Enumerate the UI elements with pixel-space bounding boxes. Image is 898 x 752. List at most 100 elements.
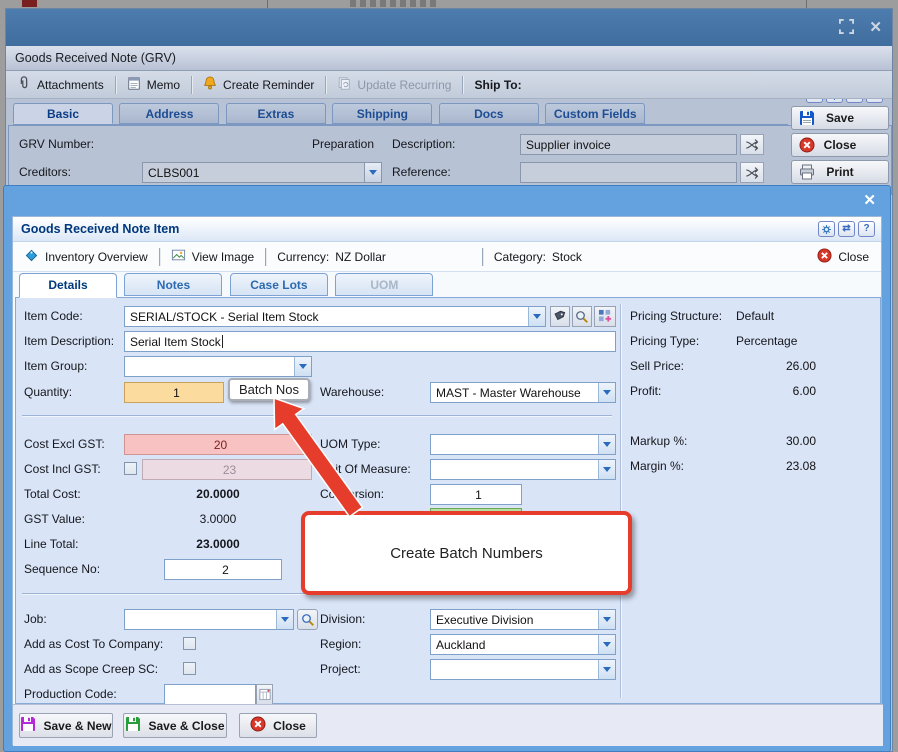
close-icon[interactable]: ✕ <box>869 18 882 36</box>
save-button[interactable]: Save <box>791 106 889 130</box>
tag-icon[interactable] <box>550 306 570 327</box>
add-scope-creep-checkbox[interactable] <box>183 662 196 675</box>
modal-close-button[interactable]: Close <box>806 248 881 266</box>
tab-address[interactable]: Address <box>119 103 219 124</box>
tab-notes[interactable]: Notes <box>124 273 222 296</box>
production-code-picker-icon[interactable] <box>256 684 273 705</box>
profit-label: Profit: <box>630 384 661 398</box>
cost-incl-gst-label: Cost Incl GST: <box>24 462 101 476</box>
cost-excl-gst-label: Cost Excl GST: <box>24 437 105 451</box>
tab-details[interactable]: Details <box>19 273 117 298</box>
view-image-button[interactable]: View Image <box>160 248 265 265</box>
chevron-down-icon <box>528 307 545 326</box>
grv-header: Goods Received Note (GRV) − ⇄ ? <box>6 46 892 71</box>
tab-basic[interactable]: Basic <box>13 103 113 124</box>
markup-value: 30.00 <box>716 434 816 448</box>
save-floppy-icon <box>799 110 815 126</box>
chevron-down-icon <box>364 163 381 182</box>
gst-value-label: GST Value: <box>24 512 85 526</box>
reference-input[interactable] <box>520 162 737 183</box>
tab-case-lots[interactable]: Case Lots <box>230 273 328 296</box>
division-select[interactable]: Executive Division <box>430 609 616 630</box>
total-cost-value: 20.0000 <box>124 487 312 501</box>
job-select[interactable] <box>124 609 294 630</box>
item-description-label: Item Description: <box>24 334 114 348</box>
item-description-input[interactable]: Serial Item Stock <box>124 331 616 352</box>
close-icon[interactable]: ✕ <box>863 191 876 209</box>
save-and-new-button[interactable]: Save & New <box>19 713 113 738</box>
add-cost-to-company-checkbox[interactable] <box>183 637 196 650</box>
print-button[interactable]: Print <box>791 160 889 184</box>
uom-type-select[interactable] <box>430 434 616 455</box>
chevron-down-icon <box>294 357 311 376</box>
save-and-close-button[interactable]: Save & Close <box>123 713 227 738</box>
close-red-icon <box>817 248 832 266</box>
attachments-button[interactable]: Attachments <box>6 75 115 94</box>
refresh-icon[interactable]: ⇄ <box>838 221 855 237</box>
gst-value: 3.0000 <box>124 512 312 526</box>
screen: ✕ Goods Received Note (GRV) − ⇄ ? Attach… <box>0 0 898 752</box>
creditors-label: Creditors: <box>19 165 71 179</box>
pricing-structure-value: Default <box>736 309 774 323</box>
chevron-down-icon <box>598 383 615 402</box>
unit-of-measure-select[interactable] <box>430 459 616 480</box>
item-code-select[interactable]: SERIAL/STOCK - Serial Item Stock <box>124 306 546 327</box>
region-select[interactable]: Auckland <box>430 634 616 655</box>
cost-incl-gst-input[interactable]: 23 <box>142 459 312 480</box>
gear-icon[interactable] <box>818 221 835 237</box>
grv-item-modal: ✕ Goods Received Note Item ⇄ ? Inventory… <box>3 185 891 752</box>
chevron-down-icon <box>598 610 615 629</box>
add-cost-to-company-label: Add as Cost To Company: <box>24 637 163 651</box>
sell-price-label: Sell Price: <box>630 359 684 373</box>
help-icon[interactable]: ? <box>858 221 875 237</box>
tab-docs[interactable]: Docs <box>439 103 539 124</box>
cost-incl-gst-checkbox[interactable] <box>124 462 137 475</box>
update-recurring-button[interactable]: Update Recurring <box>326 76 462 94</box>
background-window-fragment <box>22 0 37 7</box>
conversion-input[interactable]: 1 <box>430 484 522 505</box>
creditors-select[interactable]: CLBS001 <box>142 162 382 183</box>
background-divider <box>267 0 268 8</box>
tab-shipping[interactable]: Shipping <box>332 103 432 124</box>
save-floppy-green-icon <box>125 716 141 735</box>
project-select[interactable] <box>430 659 616 680</box>
description-input[interactable]: Supplier invoice <box>520 134 737 155</box>
chevron-down-icon <box>598 460 615 479</box>
modal-footer-close-button[interactable]: Close <box>239 713 317 738</box>
modal-details-panel: Item Code: SERIAL/STOCK - Serial Item St… <box>15 297 881 704</box>
total-cost-label: Total Cost: <box>24 487 81 501</box>
memo-button[interactable]: Memo <box>116 76 191 94</box>
modal-footer: Save & New Save & Close Close <box>13 704 883 746</box>
warehouse-label: Warehouse: <box>320 385 384 399</box>
create-reminder-button[interactable]: Create Reminder <box>192 75 325 94</box>
search-icon[interactable] <box>572 306 592 327</box>
tab-uom[interactable]: UOM <box>335 273 433 296</box>
maximize-icon[interactable] <box>839 19 854 39</box>
shuffle-icon[interactable] <box>740 162 764 183</box>
memo-icon <box>127 76 141 94</box>
close-button[interactable]: Close <box>791 133 889 157</box>
job-label: Job: <box>24 612 47 626</box>
grv-window-titlebar: ✕ <box>6 9 892 46</box>
job-search-icon[interactable] <box>297 609 318 630</box>
markup-label: Markup %: <box>630 434 687 448</box>
sequence-no-input[interactable]: 2 <box>164 559 282 580</box>
item-options-icon[interactable] <box>594 306 616 327</box>
sell-price-value: 26.00 <box>716 359 816 373</box>
quantity-input[interactable]: 1 <box>124 382 224 403</box>
close-red-icon <box>799 137 815 153</box>
tab-extras[interactable]: Extras <box>226 103 326 124</box>
uom-type-label: UOM Type: <box>320 437 380 451</box>
printer-icon <box>799 164 815 180</box>
close-red-icon <box>250 716 266 735</box>
inventory-tag-icon <box>24 248 39 266</box>
item-group-select[interactable] <box>124 356 312 377</box>
batch-nos-button[interactable]: Batch Nos <box>228 378 310 401</box>
cost-excl-gst-input[interactable]: 20 <box>124 434 312 455</box>
inventory-overview-button[interactable]: Inventory Overview <box>13 248 159 266</box>
tab-custom-fields[interactable]: Custom Fields <box>545 103 645 124</box>
shuffle-icon[interactable] <box>740 134 764 155</box>
production-code-input[interactable] <box>164 684 256 705</box>
warehouse-select[interactable]: MAST - Master Warehouse <box>430 382 616 403</box>
division-label: Division: <box>320 612 365 626</box>
